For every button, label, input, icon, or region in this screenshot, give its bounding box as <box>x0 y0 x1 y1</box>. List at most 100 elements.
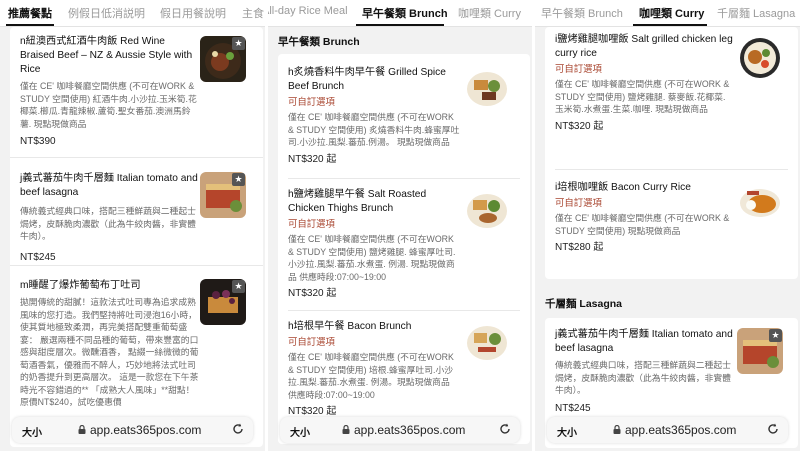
category-title: 早午餐類 Brunch <box>278 36 360 48</box>
item-name: i培根咖哩飯 Bacon Curry Rice <box>555 182 691 193</box>
beef-brunch-photo[interactable] <box>464 66 510 112</box>
star-icon[interactable]: ★ <box>232 37 245 50</box>
divider <box>555 169 788 170</box>
menu-card: n紐澳西式紅酒牛肉飯 Red Wine Braised Beef – NZ & … <box>10 27 263 447</box>
item-price: NT$245 <box>555 402 591 414</box>
dish-image <box>467 194 507 228</box>
chicken-curry-photo[interactable] <box>737 35 783 81</box>
dish-image <box>467 72 507 106</box>
menu-item[interactable]: i培根咖哩飯 Bacon Curry Rice 可自訂選項 僅在 CE' 咖啡餐… <box>555 181 733 255</box>
dish-image <box>467 326 507 360</box>
lasagna-photo[interactable]: ★ <box>200 172 246 218</box>
item-price: NT$280 起 <box>555 242 604 253</box>
star-icon[interactable]: ★ <box>769 329 782 342</box>
item-description: 僅在 CE' 咖啡餐廳空間供應 (不可在WORK & STUDY 空間使用) 炙… <box>288 112 460 147</box>
dish-image <box>740 38 780 78</box>
beef-rice-photo[interactable]: ★ <box>200 36 246 82</box>
menu-item[interactable]: i鹽烤雞腿咖哩飯 Salt grilled chicken leg curry … <box>555 33 733 134</box>
panel-curry: 早午餐類 Brunch 咖哩類 Curry 千層麵 Lasagna i鹽烤雞腿咖… <box>535 0 800 451</box>
menu-card: i鹽烤雞腿咖哩飯 Salt grilled chicken leg curry … <box>545 27 798 279</box>
reload-icon[interactable] <box>498 422 512 436</box>
text-size-button[interactable]: 大小 <box>557 424 577 439</box>
item-description: 僅在 CE' 咖啡餐廳空間供應 (不可在WORK & STUDY 空間使用) 紅… <box>20 81 197 129</box>
menu-item[interactable]: h培根早午餐 Bacon Brunch 可自訂選項 僅在 CE' 咖啡餐廳空間供… <box>288 320 460 419</box>
active-tab-indicator <box>356 24 444 26</box>
address-bar[interactable]: 大小 app.eats365pos.com <box>12 417 253 443</box>
category-tab-bar: 早午餐類 Brunch 咖哩類 Curry 千層麵 Lasagna <box>535 0 800 27</box>
item-name: j義式蕃茄牛肉千層麵 Italian tomato and beef lasag… <box>20 173 198 198</box>
tab-weekend-min-charge[interactable]: 例假日低消説明 <box>68 5 145 21</box>
lock-icon <box>342 425 350 434</box>
tab-recommended[interactable]: 推薦餐點 <box>8 5 52 21</box>
menu-item[interactable]: h鹽烤雞腿早午餐 Salt Roasted Chicken Thighs Bru… <box>288 188 460 301</box>
item-name: j義式蕃茄牛肉千層麵 Italian tomato and beef lasag… <box>555 329 733 354</box>
divider <box>10 157 263 158</box>
item-price: NT$320 起 <box>288 153 337 165</box>
customizable-tag: 可自訂選項 <box>288 96 335 107</box>
item-name: i鹽烤雞腿咖哩飯 Salt grilled chicken leg curry … <box>555 34 733 59</box>
star-icon[interactable]: ★ <box>232 173 245 186</box>
customizable-tag: 可自訂選項 <box>555 197 602 208</box>
address-bar[interactable]: 大小 app.eats365pos.com <box>547 417 788 443</box>
grape-toast-photo[interactable]: ★ <box>200 279 246 325</box>
menu-card: h炙燒香料牛肉早午餐 Grilled Spice Beef Brunch 可自訂… <box>278 54 530 444</box>
address-bar[interactable]: 大小 app.eats365pos.com <box>280 417 520 443</box>
tab-lasagna[interactable]: 千層麵 Lasagna <box>717 5 795 21</box>
item-name: h炙燒香料牛肉早午餐 Grilled Spice Beef Brunch <box>288 67 446 92</box>
item-description: 傳統義式經典口味，搭配三種鮮蔬與二種起士焗烤，皮酥脆肉濃歡（此為牛絞肉醬，非實體… <box>555 360 731 395</box>
url-text[interactable]: app.eats365pos.com <box>90 423 201 437</box>
tab-all-day-rice[interactable]: All-day Rice Meal <box>268 5 348 17</box>
url-text[interactable]: app.eats365pos.com <box>354 423 465 437</box>
category-title: 千層麵 Lasagna <box>545 298 623 310</box>
text-size-button[interactable]: 大小 <box>22 424 42 439</box>
tab-curry[interactable]: 咖哩類 Curry <box>458 5 521 21</box>
panel-brunch: All-day Rice Meal 早午餐類 Brunch 咖哩類 Curry … <box>268 0 532 451</box>
item-description: 僅在 CE' 咖啡餐廳空間供應 (不可在WORK & STUDY 空間使用) 鹽… <box>288 234 456 282</box>
item-description: 僅在 CE' 咖啡餐廳空間供應 (不可在WORK & STUDY 空間使用) 現… <box>555 213 730 236</box>
item-price: NT$245 <box>20 251 56 263</box>
url-text[interactable]: app.eats365pos.com <box>625 423 736 437</box>
divider <box>10 265 263 266</box>
reload-icon[interactable] <box>231 422 245 436</box>
menu-item[interactable]: h炙燒香料牛肉早午餐 Grilled Spice Beef Brunch 可自訂… <box>288 66 460 167</box>
tab-brunch[interactable]: 早午餐類 Brunch <box>541 5 623 21</box>
customizable-tag: 可自訂選項 <box>288 218 335 229</box>
menu-item[interactable]: j義式蕃茄牛肉千層麵 Italian tomato and beef lasag… <box>20 172 200 265</box>
item-description: 傳統義式經典口味，搭配三種鮮蔬與二種起士焗烤，皮酥脆肉濃歡（此為牛絞肉醬，非實體… <box>20 206 196 241</box>
menu-item[interactable]: j義式蕃茄牛肉千層麵 Italian tomato and beef lasag… <box>555 328 733 416</box>
item-description: 僅在 CE' 咖啡餐廳空間供應 (不可在WORK & STUDY 空間使用) 培… <box>288 352 454 400</box>
tab-curry[interactable]: 咖哩類 Curry <box>639 5 704 21</box>
tab-brunch[interactable]: 早午餐類 Brunch <box>362 5 448 21</box>
item-price: NT$320 起 <box>555 120 604 132</box>
active-tab-indicator <box>633 24 707 26</box>
item-price: NT$320 起 <box>288 288 337 299</box>
item-description: 拋開傳統的甜膩！這款法式吐司專為追求成熟風味的您打造。我們堅持將吐司浸泡16小時… <box>20 297 199 407</box>
tab-main-dish[interactable]: 主食 <box>242 5 264 21</box>
bacon-brunch-photo[interactable] <box>464 320 510 366</box>
tab-holiday-dining[interactable]: 假日用餐說明 <box>160 5 226 21</box>
lock-icon <box>78 425 86 434</box>
item-price: NT$390 <box>20 136 56 147</box>
menu-item[interactable]: n紐澳西式紅酒牛肉飯 Red Wine Braised Beef – NZ & … <box>20 35 200 149</box>
active-tab-indicator <box>6 24 54 26</box>
star-icon[interactable]: ★ <box>232 280 245 293</box>
category-tab-bar: 推薦餐點 例假日低消説明 假日用餐說明 主食 <box>0 0 265 27</box>
customizable-tag: 可自訂選項 <box>288 336 335 347</box>
item-name: m睡醒了爆炸葡萄布丁吐司 <box>20 280 141 291</box>
customizable-tag: 可自訂選項 <box>555 63 602 74</box>
divider <box>288 310 520 311</box>
item-name: h鹽烤雞腿早午餐 Salt Roasted Chicken Thighs Bru… <box>288 189 427 214</box>
menu-item[interactable]: m睡醒了爆炸葡萄布丁吐司 拋開傳統的甜膩！這款法式吐司專為追求成熟風味的您打造。… <box>20 279 200 420</box>
chicken-brunch-photo[interactable] <box>464 188 510 234</box>
lock-icon <box>613 425 621 434</box>
divider <box>288 178 520 179</box>
text-size-button[interactable]: 大小 <box>290 424 310 439</box>
category-tab-bar: All-day Rice Meal 早午餐類 Brunch 咖哩類 Curry <box>268 0 532 27</box>
lasagna-photo[interactable]: ★ <box>737 328 783 374</box>
item-name: n紐澳西式紅酒牛肉飯 Red Wine Braised Beef – NZ & … <box>20 36 193 75</box>
dish-image <box>740 189 780 217</box>
bacon-curry-photo[interactable] <box>737 177 783 223</box>
reload-icon[interactable] <box>766 422 780 436</box>
panel-recommended: 推薦餐點 例假日低消説明 假日用餐說明 主食 n紐澳西式紅酒牛肉飯 Red Wi… <box>0 0 265 451</box>
item-description: 僅在 CE' 咖啡餐廳空間供應 (不可在WORK & STUDY 空間使用) 鹽… <box>555 79 730 114</box>
